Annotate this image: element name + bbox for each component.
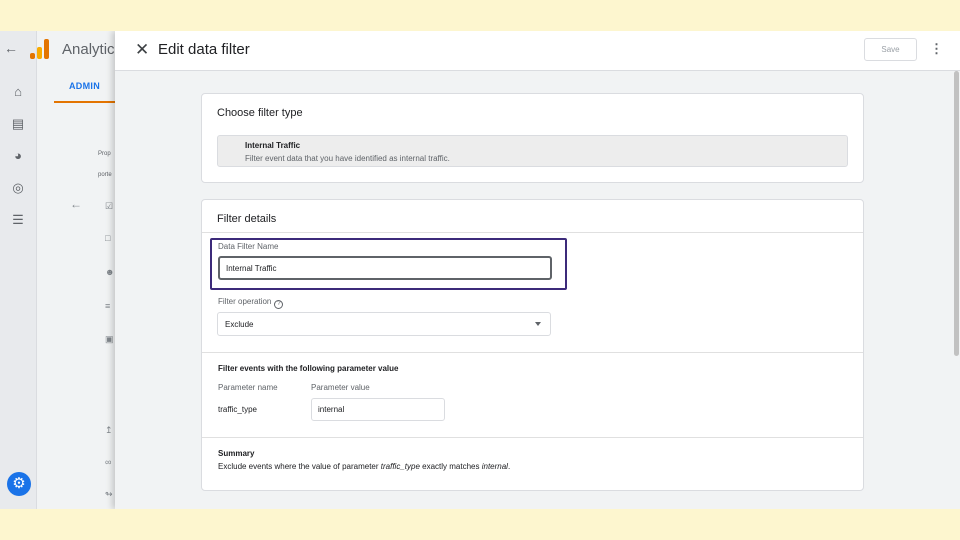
edit-data-filter-panel: ✕ Edit data filter Save ⋮ Choose filter …	[115, 31, 960, 509]
admin-gear-icon[interactable]: ⚙	[7, 472, 31, 496]
admin-background-column: Prop porte ← ☑ □ ☻ ≡ ▣ ↥ ∞ ↬	[38, 103, 118, 509]
filter-operation-label-text: Filter operation	[218, 297, 272, 306]
stream-icon: ≡	[105, 301, 111, 311]
parameter-name: traffic_type	[218, 405, 257, 414]
advertising-icon[interactable]: ◎	[10, 180, 26, 196]
filter-operation-value: Exclude	[225, 320, 254, 329]
chevron-down-icon	[535, 322, 541, 326]
data-filter-name-input[interactable]	[218, 256, 552, 280]
parameter-name-column: Parameter name	[218, 383, 278, 392]
back-arrow-icon[interactable]: ←	[4, 40, 18, 56]
left-nav-rail: ⌂ ▤ ◕ ◎ ☰ ⚙	[0, 31, 37, 509]
filter-type-card: Choose filter type Internal Traffic Filt…	[201, 93, 864, 183]
panel-title: Edit data filter	[158, 41, 250, 58]
analytics-app: ⌂ ▤ ◕ ◎ ☰ ⚙ ← Analytics ADMIN Prop porte…	[0, 31, 960, 509]
configure-icon[interactable]: ☰	[10, 212, 26, 228]
filter-operation-select[interactable]: Exclude	[217, 312, 551, 336]
scrollbar-thumb[interactable]	[954, 71, 959, 356]
divider	[202, 232, 863, 233]
divider	[202, 437, 863, 438]
parameter-value-column: Parameter value	[311, 383, 370, 392]
close-icon[interactable]: ✕	[135, 40, 149, 60]
filter-type-option[interactable]: Internal Traffic Filter event data that …	[217, 135, 848, 167]
back-arrow-icon[interactable]: ←	[70, 198, 82, 210]
upload-icon: ↥	[105, 425, 113, 435]
divider	[202, 352, 863, 353]
app-title: Analytics	[62, 41, 123, 58]
summary-text: Exclude events where the value of parame…	[218, 462, 510, 471]
filter-details-card: Filter details Data Filter Name Filter o…	[201, 199, 864, 491]
summary-suffix: .	[507, 462, 511, 471]
parameter-section-heading: Filter events with the following paramet…	[218, 364, 399, 373]
summary-value: internal	[481, 462, 508, 471]
panel-header: ✕ Edit data filter Save ⋮	[115, 31, 960, 71]
link-icon: ∞	[105, 457, 112, 467]
property-value: porte	[98, 172, 112, 178]
explore-icon[interactable]: ◕	[10, 148, 26, 164]
filter-type-description: Filter event data that you have identifi…	[245, 154, 450, 163]
more-options-icon[interactable]: ⋮	[930, 39, 943, 59]
route-icon: ↬	[105, 489, 113, 499]
data-filter-name-label: Data Filter Name	[218, 242, 279, 251]
home-icon[interactable]: ⌂	[10, 84, 26, 100]
panel-scrollbar[interactable]	[953, 71, 960, 509]
summary-middle: exactly matches	[419, 462, 482, 471]
reports-icon[interactable]: ▤	[10, 116, 26, 132]
summary-param: traffic_type	[380, 462, 420, 471]
filter-type-heading: Choose filter type	[217, 107, 303, 119]
users-icon: ☻	[105, 267, 115, 277]
analytics-logo	[30, 39, 50, 59]
property-label: Prop	[98, 151, 111, 157]
page-icon: □	[105, 233, 111, 243]
save-button[interactable]: Save	[864, 38, 917, 61]
tab-admin-label: ADMIN	[69, 81, 100, 91]
filter-details-heading: Filter details	[217, 213, 277, 225]
help-icon[interactable]: ?	[274, 300, 284, 309]
summary-prefix: Exclude events where the value of parame…	[218, 462, 381, 471]
filter-operation-label: Filter operation?	[218, 297, 284, 309]
parameter-value-input[interactable]	[311, 398, 445, 421]
database-icon: ▣	[105, 334, 114, 344]
summary-heading: Summary	[218, 449, 255, 458]
filter-type-name: Internal Traffic	[245, 141, 301, 150]
checkbox-icon: ☑	[105, 201, 114, 211]
